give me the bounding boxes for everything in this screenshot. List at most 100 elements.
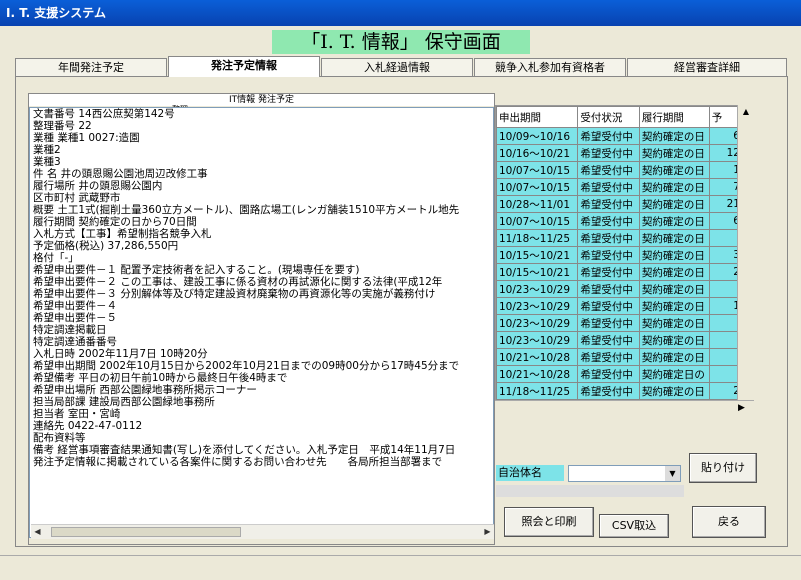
grid-scroll-right-icon[interactable]: ▶ [738,403,745,413]
detail-line: 区市町村 武蔵野市 [33,192,121,204]
table-cell: 契約確定日の [638,365,710,383]
detail-line: 希望申出要件－４ [33,300,117,312]
municipality-select[interactable]: ▼ [568,465,681,482]
table-row[interactable]: 10/23～10/29希望受付中契約確定の日5, [496,331,753,349]
table-row[interactable]: 10/15～10/21希望受付中契約確定の日27, [496,263,753,281]
detail-line: 整理番号 22 [33,120,92,132]
table-cell: 希望受付中 [577,229,640,247]
table-row[interactable]: 10/09～10/16希望受付中契約確定の日67, [496,127,753,145]
detail-line: 概要 土工1式(掘削土量360立方メートル)、園路広場工(レンガ舗装1510平方… [33,204,460,216]
table-cell: 10/23～10/29 [496,331,579,349]
table-cell: 契約確定の日 [638,263,710,281]
table-cell: 11/18～11/25 [496,229,579,247]
table-cell: 契約確定の日 [638,127,710,145]
tab-annual-order-plan[interactable]: 年間発注予定 [15,58,167,76]
table-cell: 契約確定の日 [638,314,710,332]
group-title: IT情報 発注予定 [29,94,494,106]
table-cell: 10/15～10/21 [496,263,579,281]
table-cell: 10/23～10/29 [496,297,579,315]
detail-line: 文書番号 14西公庶契第142号 [33,108,175,120]
table-cell: 11/18～11/25 [496,382,579,400]
tab-qualified-bidders[interactable]: 競争入札参加有資格者 [474,58,626,76]
table-cell: 10/07～10/15 [496,178,579,196]
tab-bid-progress-info[interactable]: 入札経過情報 [321,58,473,76]
detail-line: 履行期間 契約確定の日から70日間 [33,216,197,228]
detail-line: 件 名 井の頭恩賜公園池周辺改修工事 [33,168,208,180]
scroll-up-icon[interactable]: ▲ [738,105,754,119]
table-cell: 10/15～10/21 [496,246,579,264]
table-cell: 契約確定の日 [638,195,710,213]
paste-button[interactable]: 貼り付け [689,453,757,483]
table-cell: 希望受付中 [577,365,640,383]
table-row[interactable]: 10/23～10/29希望受付中契約確定の日19, [496,297,753,315]
table-row[interactable]: 10/28～11/01希望受付中契約確定の日218, [496,195,753,213]
page-banner: 「I. T. 情報」 保守画面 [272,30,530,54]
print-button[interactable]: 照会と印刷 [504,507,594,537]
column-header[interactable]: 受付状況 [577,106,640,128]
detail-line: 備考 経営事項審査結果通知書(写し)を添付してください。入札予定日 平成14年1… [33,444,456,456]
order-grid[interactable]: 申出期間受付状況履行期間予 10/09～10/16希望受付中契約確定の日67,1… [495,105,754,417]
detail-line: 担当局部課 建設局西部公園緑地事務所 [33,396,215,408]
detail-line: 希望申出要件－２ この工事は、建設工事に係る資材の再試源化に関する法律(平成12… [33,276,443,288]
table-cell: 契約確定の日 [638,229,710,247]
csv-import-button[interactable]: CSV取込 [599,514,669,538]
status-bar [0,555,801,580]
detail-line: 履行場所 井の頭恩賜公園内 [33,180,163,192]
table-row[interactable]: 10/16～10/21希望受付中契約確定の日124, [496,144,753,162]
table-cell: 希望受付中 [577,127,640,145]
table-cell: 10/23～10/29 [496,314,579,332]
table-row[interactable]: 10/07～10/15希望受付中契約確定の日14, [496,161,753,179]
table-cell: 希望受付中 [577,297,640,315]
table-row[interactable]: 10/15～10/21希望受付中契約確定の日37, [496,246,753,264]
detail-line: 発注予定情報に掲載されている各案件に関するお問い合わせ先 各局所担当部署まで [33,456,443,468]
table-row[interactable]: 10/23～10/29希望受付中契約確定の日5, [496,314,753,332]
detail-line: 希望申出要件－１ 配置予定技術者を記入すること。(現場専任を要す) [33,264,360,276]
table-row[interactable]: 10/07～10/15希望受付中契約確定の日71, [496,178,753,196]
table-row[interactable]: 11/18～11/25希望受付中契約確定の日6, [496,229,753,247]
scroll-left-icon[interactable]: ◀ [31,526,44,538]
detail-line: 業種3 [33,156,61,168]
detail-horizontal-scrollbar[interactable]: ◀ ▶ [31,524,494,539]
tab-management-review[interactable]: 経営審査詳細 [627,58,787,76]
table-row[interactable]: 10/07～10/15希望受付中契約確定の日65, [496,212,753,230]
table-cell: 契約確定の日 [638,161,710,179]
scroll-right-icon[interactable]: ▶ [481,526,494,538]
table-cell: 希望受付中 [577,161,640,179]
detail-line: 予定価格(税込) 37,286,550円 [33,240,179,252]
back-button[interactable]: 戻る [692,506,766,538]
table-row[interactable]: 10/23～10/29希望受付中契約確定の日3, [496,280,753,298]
table-cell: 希望受付中 [577,280,640,298]
table-cell: 10/09～10/16 [496,127,579,145]
table-cell: 10/21～10/28 [496,348,579,366]
grid-horizontal-scrollbar[interactable]: ▶ [495,400,754,417]
title-bar: I. T. 支援システム [0,0,801,26]
table-cell: 希望受付中 [577,348,640,366]
table-cell: 契約確定の日 [638,178,710,196]
table-row[interactable]: 10/21～10/28希望受付中契約確定日の4, [496,365,753,383]
detail-line: 担当者 室田・宮崎 [33,408,121,420]
chevron-down-icon[interactable]: ▼ [665,466,680,481]
detail-line: 希望備考 平日の初日午前10時から最終日午後4時まで [33,372,288,384]
table-cell: 10/28～11/01 [496,195,579,213]
detail-line: 希望申出要件－３ 分別解体等及び特定建設資材廃棄物の再資源化等の実施が義務付け [33,288,436,300]
detail-line: 配布資料等 [33,432,86,444]
grid-vertical-scrollbar[interactable]: ▲ [737,105,754,417]
table-cell: 10/23～10/29 [496,280,579,298]
table-cell: 契約確定の日 [638,246,710,264]
table-cell: 契約確定の日 [638,382,710,400]
table-cell: 契約確定の日 [638,348,710,366]
detail-line: 連絡先 0422-47-0112 [33,420,143,432]
detail-textarea[interactable]: 文書番号 14西公庶契第142号 整理番号 22 業種 業種1 0027:造園 業種2… [29,107,494,538]
detail-line: 希望申出期間 2002年10月15日から2002年10月21日までの09時00分… [33,360,460,372]
scroll-thumb[interactable] [51,527,241,537]
column-header[interactable]: 申出期間 [496,106,579,128]
detail-line: 入札日時 2002年11月7日 10時20分 [33,348,208,360]
table-row[interactable]: 10/21～10/28希望受付中契約確定の日4, [496,348,753,366]
table-row[interactable]: 11/18～11/25希望受付中契約確定の日29, [496,382,753,400]
table-cell: 契約確定の日 [638,297,710,315]
detail-line: 業種 業種1 0027:造園 [33,132,140,144]
column-header[interactable]: 履行期間 [638,106,710,128]
detail-line: 入札方式【工事】希望制指名競争入札 [33,228,212,240]
tab-strip: 年間発注予定 発注予定情報 入札経過情報 競争入札参加有資格者 経営審査詳細 [15,56,788,77]
tab-order-plan-info[interactable]: 発注予定情報 [168,56,320,77]
